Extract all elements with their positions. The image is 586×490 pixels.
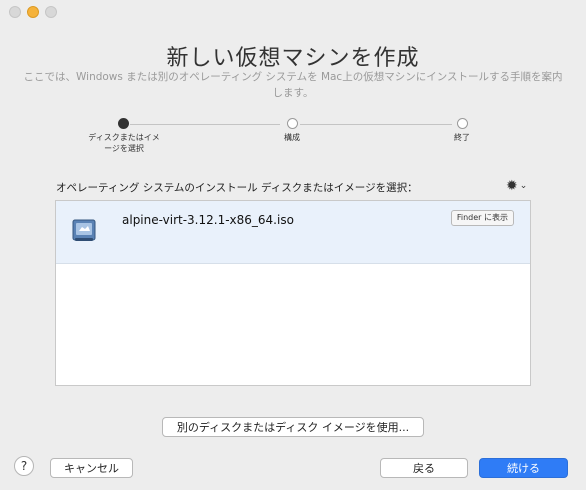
step-dot-configure xyxy=(287,118,298,129)
gear-menu[interactable]: ✹ ⌄ xyxy=(506,178,527,194)
zoom-button[interactable] xyxy=(45,6,57,18)
disk-image-icon xyxy=(72,219,96,241)
disk-image-name: alpine-virt-3.12.1-x86_64.iso xyxy=(122,213,294,227)
use-other-disk-button[interactable]: 別のディスクまたはディスク イメージを使用... xyxy=(162,417,424,437)
step-connector xyxy=(130,124,280,125)
show-in-finder-button[interactable]: Finder に表示 xyxy=(450,210,514,226)
cancel-button[interactable]: キャンセル xyxy=(50,458,133,478)
step-label-select: ディスクまたはイメ ージを選択 xyxy=(88,133,160,153)
traffic-lights xyxy=(9,6,57,18)
chevron-down-icon: ⌄ xyxy=(519,181,528,191)
step-dot-finish xyxy=(457,118,468,129)
step-dot-select xyxy=(118,118,129,129)
help-button[interactable]: ? xyxy=(14,456,34,476)
minimize-button[interactable] xyxy=(27,6,39,18)
continue-button[interactable]: 続ける xyxy=(479,458,568,478)
list-item[interactable]: alpine-virt-3.12.1-x86_64.iso Finder に表示 xyxy=(56,201,530,264)
selection-prompt: オペレーティング システムのインストール ディスクまたはイメージを選択： xyxy=(56,182,418,194)
step-connector xyxy=(300,124,452,125)
step-indicator: ディスクまたはイメ ージを選択 構成 終了 xyxy=(0,117,586,157)
page-title: 新しい仮想マシンを作成 xyxy=(166,46,420,71)
page-subtitle: ここでは、Windows または別のオペレーティング システムを Mac上の仮想… xyxy=(23,71,563,99)
step-label-finish: 終了 xyxy=(454,133,470,142)
disk-image-list[interactable]: alpine-virt-3.12.1-x86_64.iso Finder に表示 xyxy=(55,200,531,386)
new-vm-window: 新しい仮想マシンを作成 ここでは、Windows または別のオペレーティング シ… xyxy=(0,0,586,490)
step-label-configure: 構成 xyxy=(284,133,300,142)
back-button[interactable]: 戻る xyxy=(380,458,468,478)
gear-icon: ✹ xyxy=(506,178,518,194)
close-button[interactable] xyxy=(9,6,21,18)
